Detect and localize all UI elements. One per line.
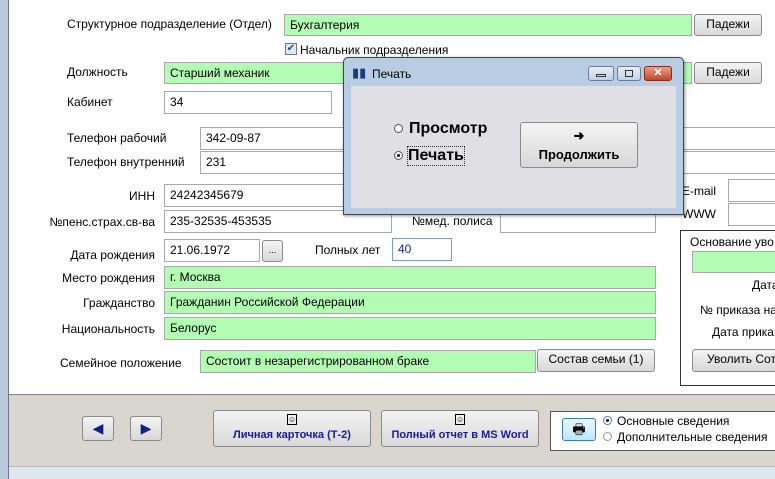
printer-icon: 🖶 — [572, 421, 586, 437]
citizenship-field[interactable]: Гражданин Российской Федерации — [164, 291, 656, 314]
head-checkbox-label: Начальник подразделения — [300, 43, 449, 57]
print-radio[interactable] — [394, 151, 403, 160]
minimize-icon — [596, 74, 606, 77]
dismissal-reason-label: Основание уво — [690, 235, 774, 249]
department-label: Структурное подразделение (Отдел) — [67, 17, 272, 31]
department-field[interactable]: Бухгалтерия — [284, 14, 692, 36]
option-extra-label: Дополнительные сведения — [617, 430, 768, 444]
word-report-label: Полный отчет в MS Word — [391, 429, 529, 441]
birthplace-label: Место рождения — [62, 271, 155, 285]
position-label: Должность — [67, 65, 128, 79]
office-label: Кабинет — [67, 95, 113, 109]
option-main-radio[interactable] — [603, 416, 612, 425]
order-date-label: Дата прика — [712, 325, 774, 339]
preview-label: Просмотр — [409, 120, 488, 137]
phone-work-label: Телефон рабочий — [67, 131, 167, 145]
next-record-button[interactable]: ▶ — [130, 416, 162, 441]
date-picker-button[interactable]: ... — [262, 240, 283, 262]
arrow-left-icon: ◀ — [92, 420, 104, 436]
document-icon: ☺ — [455, 414, 465, 425]
dismissal-date-label: Дата — [752, 278, 775, 292]
citizenship-label: Гражданство — [83, 296, 155, 310]
department-cases-button[interactable]: Падежи — [694, 14, 762, 36]
med-label: №мед. полиса — [412, 214, 493, 228]
pension-label: №пенс.страх.св-ва — [49, 215, 155, 229]
close-button[interactable]: ✕ — [644, 66, 672, 81]
print-button[interactable]: 🖶 — [562, 418, 596, 441]
age-field: 40 — [392, 238, 452, 261]
email-label: E-mail — [682, 184, 717, 198]
window-frame — [0, 0, 9, 479]
arrow-right-icon: ➜ — [573, 128, 585, 143]
www-label: WWW — [682, 207, 716, 221]
www-field[interactable] — [728, 203, 775, 226]
dialog-title: Печать — [372, 67, 412, 81]
personal-card-button[interactable]: ☺ Личная карточка (Т-2) — [213, 410, 371, 447]
option-extra-radio[interactable] — [603, 432, 612, 441]
age-label: Полных лет — [315, 243, 381, 257]
marital-field[interactable]: Состоит в незарегистрированном браке — [200, 350, 536, 373]
birth-date-field[interactable]: 21.06.1972 — [164, 239, 260, 262]
dialog-body: Просмотр Печать ➜ Продолжить — [351, 86, 676, 208]
nationality-label: Национальность — [61, 322, 155, 336]
nationality-field[interactable]: Белорус — [164, 317, 656, 340]
arrow-right-icon: ▶ — [140, 420, 152, 436]
document-icon: ☺ — [287, 414, 297, 425]
birth-label: Дата рождения — [70, 248, 155, 262]
maximize-button[interactable] — [617, 66, 641, 81]
marital-label: Семейное положение — [60, 356, 182, 370]
head-checkbox[interactable]: ✔ — [285, 43, 297, 55]
office-field[interactable]: 34 — [164, 91, 332, 114]
close-icon: ✕ — [653, 67, 663, 79]
dismissal-reason-field[interactable] — [692, 251, 775, 273]
phone-int-label: Телефон внутренний — [67, 155, 185, 169]
position-cases-button[interactable]: Падежи — [694, 62, 762, 84]
word-report-button[interactable]: ☺ Полный отчет в MS Word — [381, 410, 539, 447]
preview-radio[interactable] — [394, 124, 403, 133]
order-no-label: № приказа на — [700, 303, 775, 317]
personal-card-label: Личная карточка (Т-2) — [233, 429, 351, 441]
email-field[interactable] — [728, 179, 775, 202]
books-icon: ▮▮ — [352, 65, 367, 80]
dismiss-button[interactable]: Уволить Сотр — [692, 349, 775, 372]
inn-label: ИНН — [129, 189, 155, 203]
print-label: Печать — [407, 146, 465, 166]
window-bottom-edge — [9, 466, 775, 479]
prev-record-button[interactable]: ◀ — [82, 416, 114, 441]
option-main-label: Основные сведения — [617, 414, 730, 428]
continue-label: Продолжить — [538, 147, 620, 162]
restore-icon — [625, 70, 633, 77]
continue-button[interactable]: ➜ Продолжить — [520, 122, 638, 168]
minimize-button[interactable] — [588, 66, 614, 81]
family-button[interactable]: Состав семьи (1) — [537, 349, 655, 372]
print-dialog: ▮▮ Печать ✕ Просмотр Печать ➜ Продолжить — [343, 57, 684, 215]
birthplace-field[interactable]: г. Москва — [164, 266, 656, 289]
